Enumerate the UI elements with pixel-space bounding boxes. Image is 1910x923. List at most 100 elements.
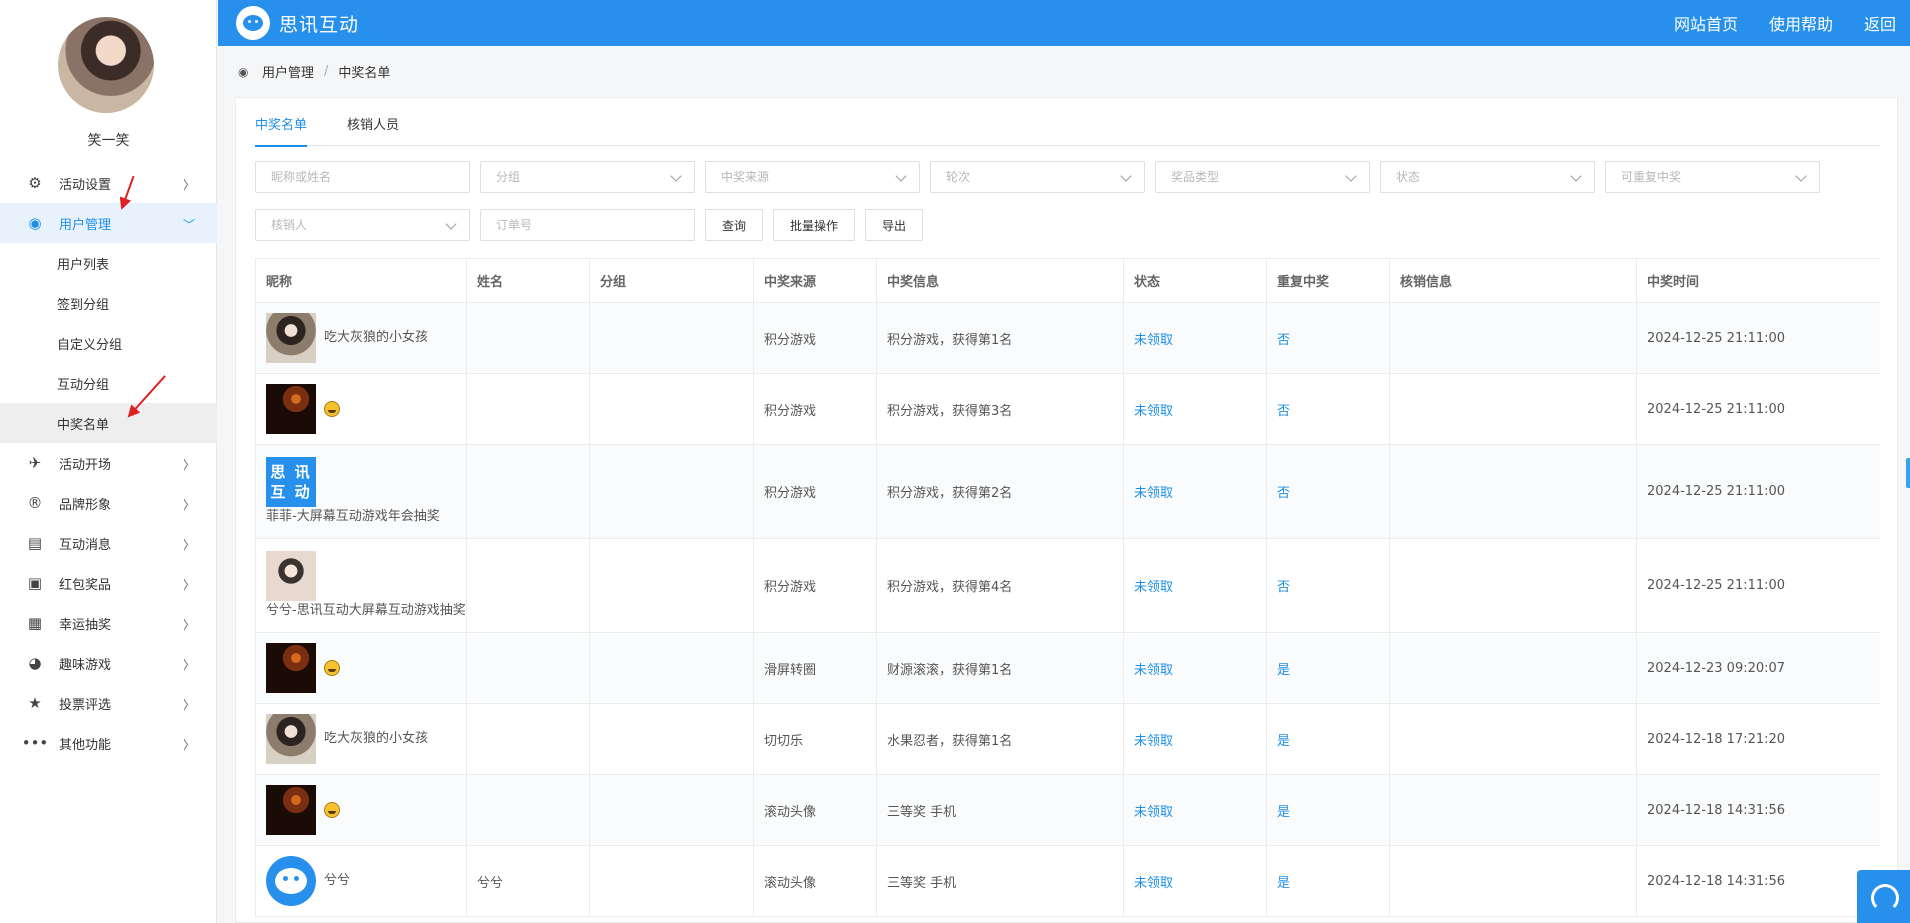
sidebar-item-voting[interactable]: ★ 投票评选 〉 xyxy=(0,683,217,723)
customer-service-icon[interactable] xyxy=(1857,870,1910,923)
sidebar-item-lottery[interactable]: ▦ 幸运抽奖 〉 xyxy=(0,603,217,643)
status-link[interactable]: 未领取 xyxy=(1134,876,1173,891)
chevron-right-icon: 〉 xyxy=(182,538,195,552)
user-avatar xyxy=(266,643,316,693)
group-cell xyxy=(589,703,754,775)
table-row: 滚动头像 三等奖 手机 未领取 是 2024-12-18 14:31:56 xyxy=(255,774,1880,846)
repeat-link[interactable]: 否 xyxy=(1277,404,1290,419)
gift-icon: ▣ xyxy=(27,574,43,592)
info-cell: 积分游戏，获得第4名 xyxy=(876,538,1124,633)
status-link[interactable]: 未领取 xyxy=(1134,404,1173,419)
repeat-link[interactable]: 否 xyxy=(1277,580,1290,595)
verify-cell xyxy=(1389,774,1637,846)
time-cell: 2024-12-25 21:11:00 xyxy=(1636,373,1880,445)
winner-table: 昵称 姓名 分组 中奖来源 中奖信息 状态 重复中奖 核销信息 中奖时间 吃大灰… xyxy=(255,258,1880,923)
sidebar-item-messages[interactable]: ▤ 互动消息 〉 xyxy=(0,523,217,563)
repeat-link[interactable]: 否 xyxy=(1277,333,1290,348)
repeat-link[interactable]: 是 xyxy=(1277,805,1290,820)
verifier-select[interactable]: 核销人 xyxy=(255,209,470,241)
sidebar-subitem-user-list[interactable]: 用户列表 xyxy=(0,243,217,283)
status-link[interactable]: 未领取 xyxy=(1134,580,1173,595)
breadcrumb: ◉ 用户管理 / 中奖名单 xyxy=(238,62,390,81)
repeat-link[interactable]: 是 xyxy=(1277,876,1290,891)
info-cell: 三等奖 手机 xyxy=(876,845,1124,917)
breadcrumb-current: 中奖名单 xyxy=(338,66,391,81)
repeat-link[interactable]: 否 xyxy=(1277,486,1290,501)
sidebar-item-activity-settings[interactable]: ⚙ 活动设置 〉 xyxy=(0,163,217,203)
tab-winner-list[interactable]: 中奖名单 xyxy=(255,98,308,147)
sidebar-subitem-winner-list[interactable]: 中奖名单 xyxy=(0,403,217,443)
sidebar-item-brand[interactable]: ® 品牌形象 〉 xyxy=(0,483,217,523)
name-cell xyxy=(466,703,590,775)
sidebar-item-other[interactable]: ••• 其他功能 〉 xyxy=(0,723,217,763)
col-header: 中奖来源 xyxy=(753,258,877,303)
status-link[interactable]: 未领取 xyxy=(1134,333,1173,348)
status-select[interactable]: 状态 xyxy=(1380,161,1595,193)
repeat-link[interactable]: 是 xyxy=(1277,734,1290,749)
sidebar-item-label: 幸运抽奖 xyxy=(59,617,112,633)
status-link[interactable]: 未领取 xyxy=(1134,734,1173,749)
sidebar-item-user-management[interactable]: ◉ 用户管理 ﹀ xyxy=(0,203,217,243)
sidebar-item-redpacket[interactable]: ▣ 红包奖品 〉 xyxy=(0,563,217,603)
side-scroll-tab[interactable] xyxy=(1906,458,1910,488)
name-cell xyxy=(466,632,590,704)
prize-type-select[interactable]: 奖品类型 xyxy=(1155,161,1370,193)
group-select[interactable]: 分组 xyxy=(480,161,695,193)
breadcrumb-separator: / xyxy=(324,64,329,79)
table-row: 兮兮-思讯互动大屏幕互动游戏抽奖 积分游戏 积分游戏，获得第4名 未领取 否 2… xyxy=(255,538,1880,633)
order-number-input[interactable]: 订单号 xyxy=(480,209,695,241)
top-bar: 思讯互动 网站首页 使用帮助 返回 xyxy=(218,0,1910,46)
table-header-row: 昵称 姓名 分组 中奖来源 中奖信息 状态 重复中奖 核销信息 中奖时间 xyxy=(255,258,1880,303)
username: 笑一笑 xyxy=(87,133,130,149)
nickname-input[interactable]: 昵称或姓名 xyxy=(255,161,470,193)
round-select[interactable]: 轮次 xyxy=(930,161,1145,193)
chevron-right-icon: 〉 xyxy=(182,178,195,192)
export-button[interactable]: 导出 xyxy=(865,209,924,241)
table-row: 吃大灰狼的小女孩 积分游戏 积分游戏，获得第1名 未领取 否 2024-12-2… xyxy=(255,302,1880,374)
site-home-link[interactable]: 网站首页 xyxy=(1674,11,1738,35)
table-row: 滑屏转圈 财源滚滚，获得第1名 未领取 是 2024-12-23 09:20:0… xyxy=(255,632,1880,704)
status-link[interactable]: 未领取 xyxy=(1134,805,1173,820)
source-select[interactable]: 中奖来源 xyxy=(705,161,920,193)
breadcrumb-item[interactable]: 用户管理 xyxy=(262,62,314,81)
name-cell xyxy=(466,774,590,846)
status-link[interactable]: 未领取 xyxy=(1134,663,1173,678)
chevron-right-icon: 〉 xyxy=(182,618,195,632)
status-link[interactable]: 未领取 xyxy=(1134,486,1173,501)
source-cell: 切切乐 xyxy=(753,703,877,775)
star-icon: ★ xyxy=(28,694,42,712)
sidebar-item-label: 投票评选 xyxy=(59,697,112,713)
tab-verifiers[interactable]: 核销人员 xyxy=(347,98,399,146)
query-button[interactable]: 查询 xyxy=(705,209,764,241)
repeat-link[interactable]: 是 xyxy=(1277,663,1290,678)
sidebar-subitem-checkin-group[interactable]: 签到分组 xyxy=(0,283,217,323)
nickname: 菲菲-大屏幕互动游戏年会抽奖 xyxy=(266,508,440,524)
repeatable-select[interactable]: 可重复中奖 xyxy=(1605,161,1820,193)
user-avatar xyxy=(266,785,316,835)
info-cell: 积分游戏，获得第3名 xyxy=(876,373,1124,445)
sidebar-subitem-interaction-group[interactable]: 互动分组 xyxy=(0,363,217,403)
help-link[interactable]: 使用帮助 xyxy=(1769,11,1833,35)
user-lock-icon: ◉ xyxy=(238,64,249,79)
col-header: 状态 xyxy=(1123,258,1267,303)
nickname: 兮兮-思讯互动大屏幕互动游戏抽奖 xyxy=(266,602,466,618)
main-card: 中奖名单 核销人员 昵称或姓名 分组 中奖来源 轮次 奖品类型 状态 可重复中奖… xyxy=(235,97,1898,923)
group-cell xyxy=(589,845,754,917)
chevron-right-icon: 〉 xyxy=(182,498,195,512)
batch-action-button[interactable]: 批量操作 xyxy=(773,209,856,241)
sidebar-item-games[interactable]: ◕ 趣味游戏 〉 xyxy=(0,643,217,683)
sidebar-item-opening[interactable]: ✈ 活动开场 〉 xyxy=(0,443,217,483)
group-cell xyxy=(589,774,754,846)
user-avatar xyxy=(266,384,316,434)
grin-emoji-icon xyxy=(324,660,340,676)
chevron-right-icon: 〉 xyxy=(182,658,195,672)
nickname: 吃大灰狼的小女孩 xyxy=(324,330,429,345)
sidebar-menu: ⚙ 活动设置 〉 ◉ 用户管理 ﹀ 用户列表 签到分组 自定义分组 互动分组 中… xyxy=(0,163,217,763)
sidebar-subitem-custom-group[interactable]: 自定义分组 xyxy=(0,323,217,363)
user-avatar[interactable] xyxy=(58,17,154,113)
back-link[interactable]: 返回 xyxy=(1864,11,1896,35)
source-cell: 滚动头像 xyxy=(753,845,877,917)
source-cell: 积分游戏 xyxy=(753,538,877,633)
time-cell: 2024-12-23 09:20:07 xyxy=(1636,632,1880,704)
verify-cell xyxy=(1389,444,1637,539)
